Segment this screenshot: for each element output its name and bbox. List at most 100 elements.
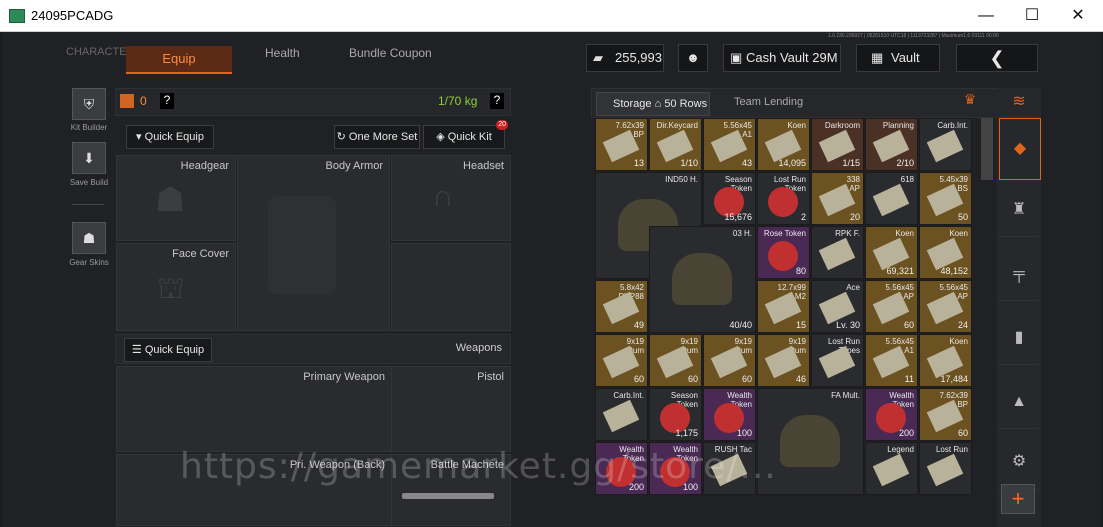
storage-item[interactable]: Carb.Int. bbox=[595, 388, 648, 441]
category-weapons-button[interactable]: ╤ bbox=[999, 248, 1039, 301]
storage-item-count: 200 bbox=[898, 428, 914, 438]
storage-item[interactable]: 9x19 Dum 46 bbox=[757, 334, 810, 387]
storage-item[interactable]: 5.56x45 AP 24 bbox=[919, 280, 972, 333]
storage-item[interactable]: Koen 48,152 bbox=[919, 226, 972, 279]
save-build-button[interactable]: ⬇ bbox=[72, 142, 106, 174]
storage-scrollbar[interactable] bbox=[981, 118, 993, 180]
pistol-slot[interactable]: Pistol bbox=[391, 366, 511, 452]
vault-button[interactable]: ▦ Vault bbox=[856, 44, 940, 72]
back-button[interactable]: ❮ bbox=[956, 44, 1038, 72]
quick-equip-gear-button[interactable]: ▾ Quick Equip bbox=[126, 125, 214, 149]
storage-item[interactable]: Darkroom 1/15 bbox=[811, 118, 864, 171]
pistol-label: Pistol bbox=[477, 371, 504, 383]
storage-item[interactable]: Planning 2/10 bbox=[865, 118, 918, 171]
storage-item[interactable]: Koen 17,484 bbox=[919, 334, 972, 387]
machete-icon bbox=[402, 493, 494, 499]
kit-builder-button[interactable]: ⛨ bbox=[72, 88, 106, 120]
category-gear-button[interactable]: ♜ bbox=[999, 184, 1039, 237]
item-icon bbox=[872, 183, 910, 217]
headset-slot[interactable]: Headset ∩ bbox=[391, 155, 511, 241]
storage-item[interactable]: 9x19 Dum 60 bbox=[703, 334, 756, 387]
headgear-slot[interactable]: Headgear ☗ bbox=[116, 155, 236, 241]
sort-icon[interactable]: ♛ bbox=[952, 91, 988, 113]
storage-item[interactable]: 7.62x39 BP 13 bbox=[595, 118, 648, 171]
storage-item[interactable]: 5.8x42DVP8849 bbox=[595, 280, 648, 333]
gear-skins-label: Gear Skins bbox=[69, 258, 109, 267]
primary-weapon-slot[interactable]: Primary Weapon bbox=[116, 366, 392, 452]
body-armor-slot[interactable]: Body Armor bbox=[237, 155, 390, 331]
currency-display: ▰ 255,993 bbox=[586, 44, 664, 72]
tab-bundle-coupon[interactable]: Bundle Coupon bbox=[349, 46, 432, 60]
storage-item[interactable]: Lost Run Types bbox=[811, 334, 864, 387]
storage-tab[interactable]: Storage ⌂ 50 Rows bbox=[596, 92, 710, 116]
minimize-button[interactable]: — bbox=[963, 0, 1009, 31]
face-cover-slot[interactable]: Face Cover ⛫ bbox=[116, 243, 236, 331]
item-icon bbox=[768, 187, 798, 217]
save-build-label: Save Build bbox=[69, 178, 109, 187]
storage-item-large[interactable]: 03 H. 40/40 bbox=[649, 226, 756, 333]
storage-item[interactable]: 338 AP 20 bbox=[811, 172, 864, 225]
close-button[interactable]: ✕ bbox=[1055, 0, 1101, 31]
maximize-button[interactable]: ☐ bbox=[1009, 0, 1055, 31]
quick-equip-weapons-label: Quick Equip bbox=[144, 344, 205, 356]
tab-health[interactable]: Health bbox=[265, 46, 300, 60]
add-category-button[interactable]: + bbox=[1001, 484, 1035, 514]
storage-item[interactable]: 618 bbox=[865, 172, 918, 225]
quick-equip-weapons-button[interactable]: ☰ Quick Equip bbox=[124, 338, 212, 362]
category-ammo-button[interactable]: ▲ bbox=[999, 376, 1039, 429]
storage-item[interactable]: Koen 69,321 bbox=[865, 226, 918, 279]
category-magazine-button[interactable]: ▮ bbox=[999, 312, 1039, 365]
storage-item[interactable]: Season Token 15,676 bbox=[703, 172, 756, 225]
storage-item[interactable]: 5.56x45 A1 43 bbox=[703, 118, 756, 171]
help-icon[interactable]: ? bbox=[160, 93, 174, 109]
storage-item-count: 20 bbox=[849, 212, 860, 222]
storage-item[interactable]: 12.7x99 M2 15 bbox=[757, 280, 810, 333]
team-lending-tab[interactable]: Team Lending bbox=[734, 96, 803, 108]
storage-item[interactable]: Wealth Token 100 bbox=[703, 388, 756, 441]
extra-slot[interactable] bbox=[391, 243, 511, 331]
storage-item[interactable]: Season Token 1,175 bbox=[649, 388, 702, 441]
storage-header-bar: Storage ⌂ 50 Rows Team Lending ♛ bbox=[591, 88, 1013, 118]
category-all-button[interactable]: ◆ bbox=[999, 118, 1041, 180]
storage-item[interactable]: 5.56x45 AP 60 bbox=[865, 280, 918, 333]
kit-builder-label: Kit Builder bbox=[70, 123, 108, 132]
weight-help-icon[interactable]: ? bbox=[490, 93, 504, 109]
storage-item[interactable]: Lost Run bbox=[919, 442, 972, 495]
storage-item[interactable]: 5.45x39 BS 50 bbox=[919, 172, 972, 225]
armor-silhouette-icon bbox=[268, 196, 336, 294]
one-more-set-button[interactable]: ↻ One More Set bbox=[334, 125, 420, 149]
storage-item[interactable]: 9x19 Dum 60 bbox=[649, 334, 702, 387]
storage-item[interactable]: RPK F. bbox=[811, 226, 864, 279]
category-attachment-button[interactable]: ⚙ bbox=[999, 436, 1039, 489]
currency-amount: 255,993 bbox=[615, 50, 662, 65]
trader-button[interactable]: ☻ bbox=[678, 44, 708, 72]
item-icon bbox=[818, 237, 856, 271]
backpack-icon bbox=[120, 94, 134, 108]
quick-kit-button[interactable]: ◈ Quick Kit 20 bbox=[423, 120, 508, 149]
category-stack-button[interactable]: ≋ bbox=[999, 88, 1039, 117]
storage-item-count: 1,175 bbox=[675, 428, 698, 438]
trader-icon: ☻ bbox=[686, 50, 700, 65]
gear-skins-button[interactable]: ☗ bbox=[72, 222, 106, 254]
storage-item[interactable]: Carb.Int. bbox=[919, 118, 972, 171]
storage-item[interactable]: Wealth Token 200 bbox=[865, 388, 918, 441]
storage-item[interactable]: Rose Token 80 bbox=[757, 226, 810, 279]
body-armor-label: Body Armor bbox=[325, 160, 383, 172]
storage-item[interactable]: 9x19 Dum 60 bbox=[595, 334, 648, 387]
storage-item[interactable]: Ace Lv. 30 bbox=[811, 280, 864, 333]
storage-item[interactable]: Legend bbox=[865, 442, 918, 495]
storage-item-name: Carb.Int. bbox=[613, 391, 644, 400]
storage-item[interactable]: 5.56x45 A1 11 bbox=[865, 334, 918, 387]
watermark: https://gamemarket.gg/store/... bbox=[180, 446, 777, 487]
storage-item[interactable]: Dir.Keycard 1/10 bbox=[649, 118, 702, 171]
app-icon bbox=[9, 9, 25, 23]
storage-item[interactable]: 7.62x39 BP 60 bbox=[919, 388, 972, 441]
storage-item[interactable]: Koen 14,095 bbox=[757, 118, 810, 171]
storage-item[interactable]: Lost Run Token 2 bbox=[757, 172, 810, 225]
storage-item-name: Rose Token bbox=[763, 229, 806, 238]
weapons-title: Weapons bbox=[455, 342, 502, 354]
storage-item-name: 618 bbox=[900, 175, 914, 184]
cash-vault-button[interactable]: ▣ Cash Vault 29M bbox=[723, 44, 841, 72]
tab-equip[interactable]: Equip bbox=[126, 46, 232, 74]
bullet-icon: ▲ bbox=[1011, 393, 1027, 410]
